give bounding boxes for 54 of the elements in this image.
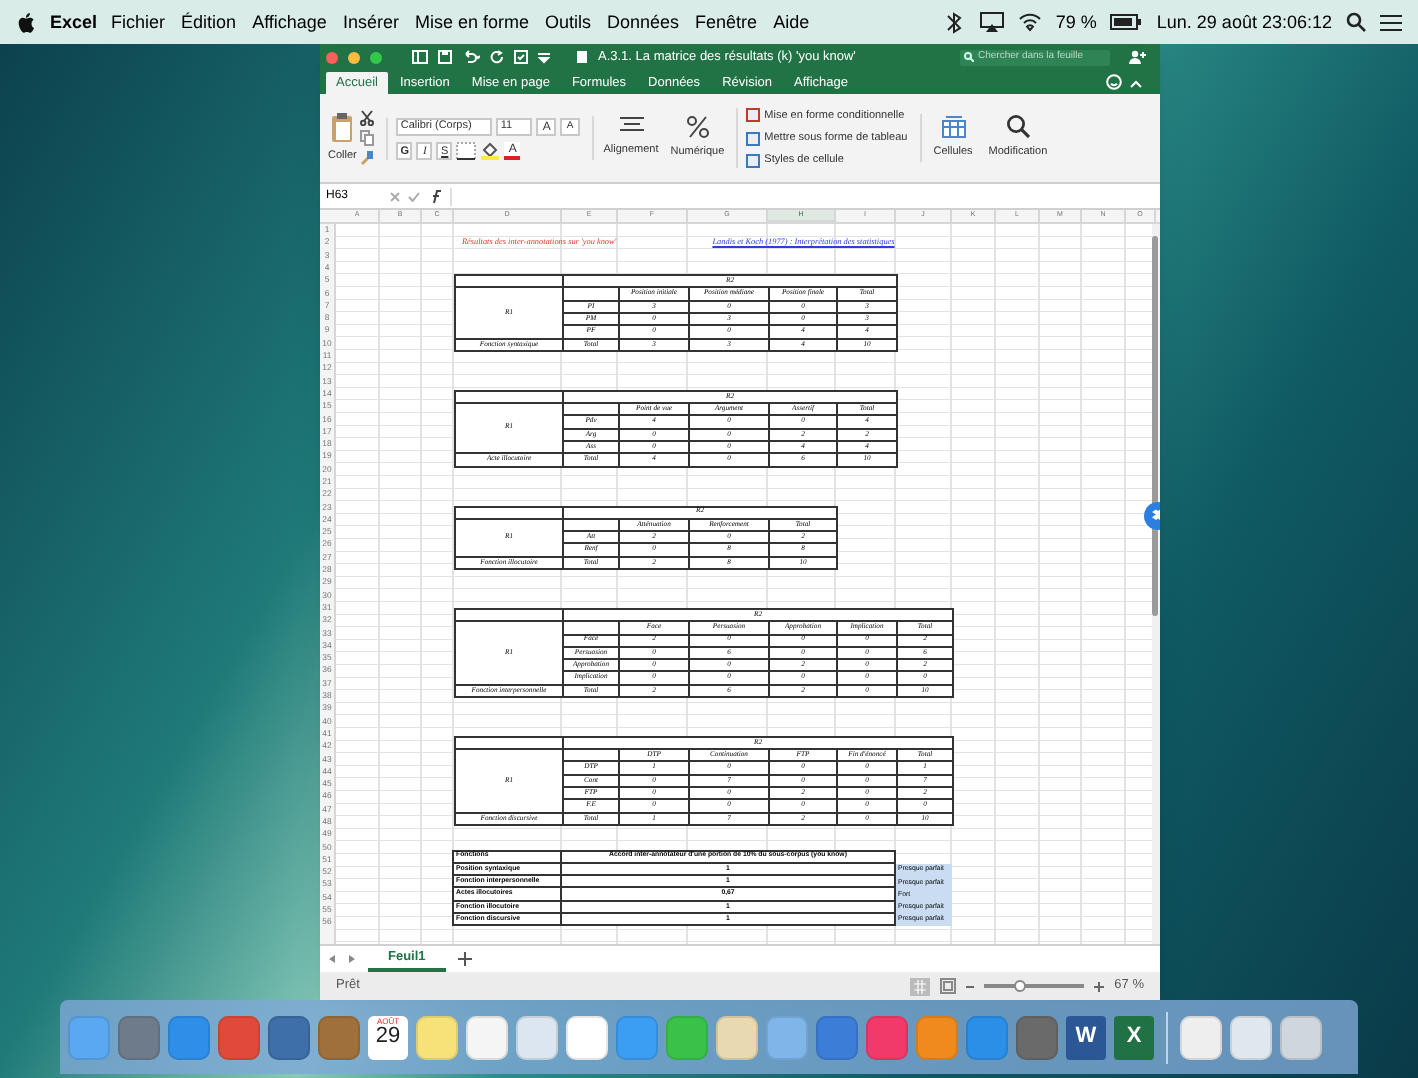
check-icon[interactable] — [408, 191, 420, 201]
close-button[interactable] — [326, 51, 338, 63]
menu-item[interactable]: Mise en forme — [414, 13, 529, 31]
scissors-icon[interactable] — [360, 110, 375, 126]
menu-item[interactable]: Édition — [181, 13, 237, 31]
search-icon — [1005, 114, 1030, 139]
zoom-slider-thumb[interactable] — [1013, 980, 1026, 992]
borders-icon[interactable] — [456, 141, 477, 159]
sheet-grid[interactable] — [336, 224, 1152, 944]
format-brush-icon[interactable] — [360, 150, 375, 166]
menu-item[interactable]: Outils — [545, 13, 592, 31]
menu-item[interactable]: Aide — [773, 13, 810, 31]
zoom-button[interactable] — [370, 51, 382, 63]
app-menu[interactable]: Excel — [50, 13, 98, 31]
menu-item[interactable]: Insérer — [342, 13, 399, 31]
cancel-icon[interactable] — [390, 191, 400, 201]
menu-item[interactable]: Fichier — [111, 13, 166, 31]
battery-icon[interactable] — [1110, 14, 1143, 30]
vertical-scrollbar[interactable] — [1152, 224, 1160, 944]
apple-logo-icon[interactable] — [16, 11, 36, 33]
save-icon[interactable] — [438, 50, 452, 64]
fill-color-icon[interactable] — [480, 141, 501, 159]
battery-percent: 79 % — [1055, 13, 1097, 31]
function-icon[interactable] — [428, 189, 442, 203]
undo-icon[interactable] — [462, 50, 480, 64]
minimize-button[interactable] — [348, 51, 360, 63]
search-icon[interactable] — [1346, 12, 1366, 32]
cells-grid-icon — [941, 115, 965, 138]
excel-spreadsheet-icon[interactable]: X — [1114, 1015, 1154, 1059]
word-document-icon[interactable]: W — [1066, 1015, 1106, 1059]
menu-clock[interactable]: Lun. 29 août 23:06:12 — [1156, 13, 1332, 31]
previous-sheet-icon[interactable] — [328, 954, 336, 964]
search-icon — [964, 52, 974, 62]
wifi-icon[interactable] — [1017, 12, 1042, 32]
sidebar-icon[interactable] — [412, 50, 428, 64]
align-lines-icon — [619, 116, 643, 137]
scrollbar-thumb[interactable] — [1152, 236, 1158, 616]
bluetooth-icon[interactable] — [941, 11, 966, 33]
redo-icon[interactable] — [490, 50, 504, 64]
menu-item[interactable]: Fenêtre — [695, 13, 758, 31]
clipboard-icon — [330, 111, 355, 144]
collapse-ribbon-icon[interactable] — [1130, 80, 1142, 88]
next-sheet-icon[interactable] — [348, 954, 356, 964]
zoom-in-icon[interactable] — [1094, 981, 1105, 991]
menu-item[interactable]: Affichage — [252, 13, 327, 31]
list-icon[interactable] — [1380, 13, 1402, 31]
add-person-icon[interactable] — [1128, 50, 1146, 64]
page-layout-icon[interactable] — [940, 978, 957, 994]
menu-item[interactable]: Données — [607, 13, 680, 31]
percent-icon — [685, 115, 710, 138]
customize-toolbar-icon[interactable] — [538, 51, 550, 63]
smiley-icon[interactable] — [1106, 74, 1122, 90]
add-sheet-icon[interactable] — [457, 952, 472, 966]
airplay-icon[interactable] — [979, 12, 1004, 32]
